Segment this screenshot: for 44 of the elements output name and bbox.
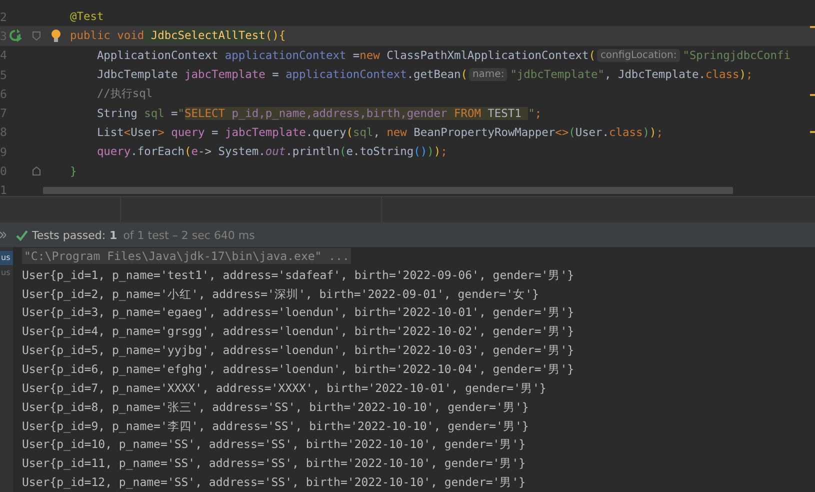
line-number: 1	[0, 183, 6, 196]
code-line: JdbcTemplate jabcTemplate = applicationContext.getBean( name: "jdbcTemplate", JdbcTemplate.class);	[96, 68, 753, 82]
error-stripe-mark	[810, 131, 815, 133]
code-line: List<User> query = jabcTemplate.query(sql, new BeanPropertyRowMapper<>(User.class));	[96, 126, 663, 139]
console-output-line: User{p_id=8, p_name='张三', address='SS', birth='2022-10-10', gender='男'}	[22, 400, 529, 415]
horizontal-scrollbar[interactable]	[43, 187, 733, 194]
code-line: @Test	[70, 10, 104, 24]
console-output-line: User{p_id=6, p_name='efghg', address='loendun', birth='2022-10-04', gender='男'}	[22, 362, 574, 377]
line-number: 9	[0, 144, 6, 159]
code-line: ApplicationContext applicationContext =new ClassPathXmlApplicationContext( configLocation: "SpringjdbcConfi	[96, 48, 790, 62]
line-number: 4	[0, 48, 6, 62]
console-output-line: User{p_id=12, p_name='SS', address='SS', birth='2022-10-10', gender='男'}	[22, 475, 526, 490]
console-output-line: User{p_id=5, p_name='yyjbg', address='loendun', birth='2022-10-03', gender='男'}	[22, 343, 574, 358]
expand-chevron-icon[interactable]	[0, 231, 6, 239]
error-stripe-mark	[810, 94, 815, 96]
fold-icon[interactable]	[32, 30, 40, 41]
lightbulb-icon[interactable]	[51, 28, 61, 43]
console-output-line: User{p_id=3, p_name='egaeg', address='loendun', birth='2022-10-01', gender='男'}	[22, 305, 574, 320]
code-line: }	[70, 164, 77, 178]
console-output-line: User{p_id=2, p_name='小红', address='深圳', birth='2022-09-01', gender='女'}	[22, 286, 539, 302]
console-output-line: User{p_id=1, p_name='test1', address='sdafeaf', birth='2022-09-06', gender='男'}	[22, 268, 574, 283]
console-output-line: User{p_id=10, p_name='SS', address='SS', birth='2022-10-10', gender='男'}	[22, 437, 526, 452]
line-number: 8	[0, 125, 6, 140]
test-status-label: Tests passed:	[32, 228, 106, 242]
code-line: public void JdbcSelectAllTest(){	[70, 29, 286, 42]
line-number: 0	[0, 164, 6, 178]
line-number: 2	[0, 10, 6, 24]
code-line: query.forEach(e-> System.out.println(e.toString()));	[96, 145, 448, 158]
fold-icon[interactable]	[32, 166, 40, 176]
test-count: 1	[110, 228, 118, 242]
console-output-line: User{p_id=9, p_name='李四', address='SS', birth='2022-10-10', gender='男'}	[22, 418, 529, 434]
code-line: //执行sql	[96, 86, 153, 102]
console-output-line: User{p_id=4, p_name='grsgg', address='loendun', birth='2022-10-02', gender='男'}	[22, 324, 574, 340]
console-output-line: User{p_id=7, p_name='XXXX', address='XXXX', birth='2022-10-01', gender='男'}	[22, 380, 546, 396]
test-duration-text: of 1 test – 2 sec 640 ms	[123, 228, 255, 242]
line-number: 7	[0, 106, 6, 120]
error-stripe-mark	[810, 26, 815, 28]
side-tab[interactable]: us	[0, 251, 13, 265]
console-output-line: User{p_id=11, p_name='SS', address='SS', birth='2022-10-10', gender='男'}	[22, 456, 526, 472]
run-icon[interactable]	[9, 29, 23, 42]
line-number: 5	[0, 68, 6, 82]
command-line-text: "C:\Program Files\Java\jdk-17\bin\java.exe" ...	[22, 248, 352, 264]
line-number: 6	[0, 86, 6, 101]
code-line: String sql ="SELECT p_id,p_name,address,birth,gender FROM TEST1 ";	[96, 106, 542, 120]
